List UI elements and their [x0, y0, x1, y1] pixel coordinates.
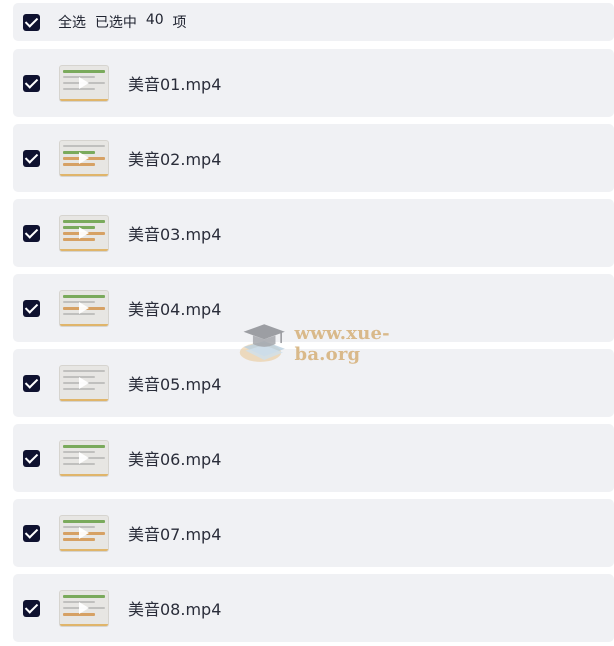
select-all-label[interactable]: 全选	[58, 12, 86, 32]
video-thumbnail[interactable]	[59, 514, 109, 552]
file-row[interactable]: 美音05.mp4	[13, 349, 614, 417]
file-checkbox[interactable]	[23, 374, 40, 392]
file-checkbox[interactable]	[23, 224, 40, 242]
play-icon	[79, 527, 89, 539]
selection-summary: 全选 已选中 40 项	[58, 12, 187, 32]
play-icon	[79, 452, 89, 464]
file-checkbox[interactable]	[23, 299, 40, 317]
selected-count: 40	[145, 12, 164, 28]
file-row[interactable]: 美音04.mp4	[13, 274, 614, 342]
file-row[interactable]: 美音03.mp4	[13, 199, 614, 267]
play-icon	[79, 302, 89, 314]
file-checkbox[interactable]	[23, 449, 40, 467]
selected-prefix: 已选中	[94, 15, 137, 31]
file-checkbox[interactable]	[23, 599, 40, 617]
file-checkbox[interactable]	[23, 74, 40, 92]
play-icon	[79, 152, 89, 164]
video-thumbnail[interactable]	[59, 289, 109, 327]
select-all-bar: 全选 已选中 40 项	[13, 3, 614, 41]
file-name[interactable]: 美音04.mp4	[128, 296, 221, 320]
file-row[interactable]: 美音06.mp4	[13, 424, 614, 492]
video-thumbnail[interactable]	[59, 589, 109, 627]
file-row[interactable]: 美音07.mp4	[13, 499, 614, 567]
file-name[interactable]: 美音03.mp4	[128, 221, 221, 245]
select-all-checkbox[interactable]	[23, 13, 40, 31]
play-icon	[79, 227, 89, 239]
play-icon	[79, 602, 89, 614]
play-icon	[79, 377, 89, 389]
file-name[interactable]: 美音02.mp4	[128, 146, 221, 170]
file-checkbox[interactable]	[23, 149, 40, 167]
file-name[interactable]: 美音07.mp4	[128, 521, 221, 545]
video-thumbnail[interactable]	[59, 364, 109, 402]
file-row[interactable]: 美音02.mp4	[13, 124, 614, 192]
file-name[interactable]: 美音05.mp4	[128, 371, 221, 395]
selected-suffix: 项	[172, 15, 187, 31]
video-thumbnail[interactable]	[59, 439, 109, 477]
file-checkbox[interactable]	[23, 524, 40, 542]
file-row[interactable]: 美音08.mp4	[13, 574, 614, 642]
file-row[interactable]: 美音01.mp4	[13, 49, 614, 117]
video-thumbnail[interactable]	[59, 214, 109, 252]
file-name[interactable]: 美音08.mp4	[128, 596, 221, 620]
file-name[interactable]: 美音06.mp4	[128, 446, 221, 470]
video-thumbnail[interactable]	[59, 139, 109, 177]
video-thumbnail[interactable]	[59, 64, 109, 102]
play-icon	[79, 77, 89, 89]
file-name[interactable]: 美音01.mp4	[128, 71, 221, 95]
